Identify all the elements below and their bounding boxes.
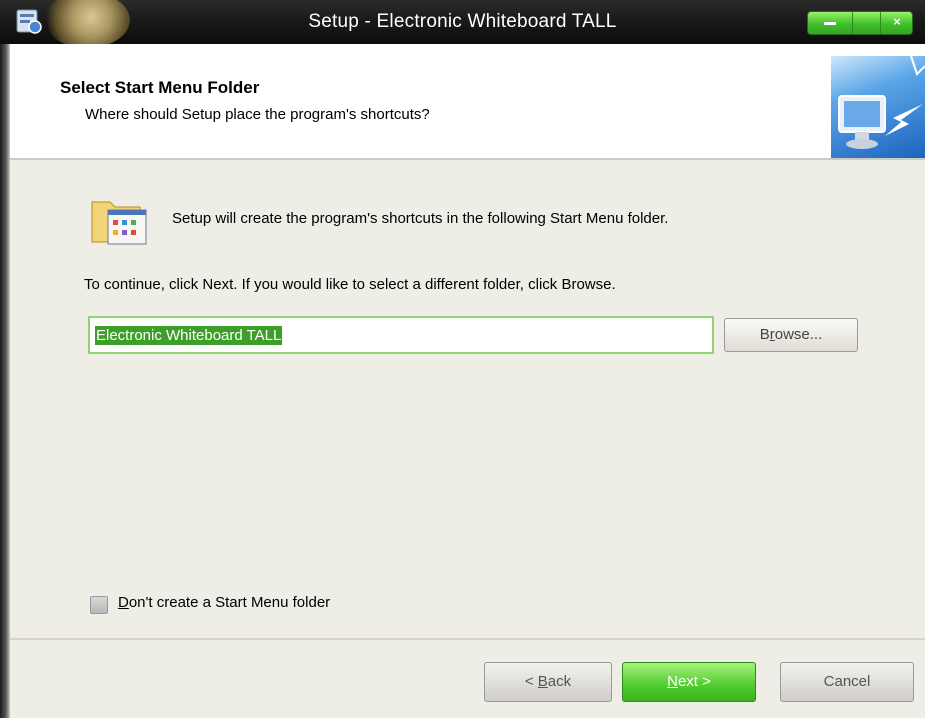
window-title: Setup - Electronic Whiteboard TALL: [308, 11, 617, 32]
back-button[interactable]: < Back: [484, 662, 612, 702]
browse-label-pre: B: [759, 326, 770, 343]
wizard-content: Setup will create the program's shortcut…: [10, 160, 925, 638]
no-folder-checkbox[interactable]: [90, 596, 108, 614]
computer-shortcut-icon: [831, 56, 925, 158]
close-icon[interactable]: ×: [880, 12, 913, 34]
no-folder-label-text: on't create a Start Menu folder: [128, 594, 331, 611]
wizard-header: Select Start Menu Folder Where should Se…: [10, 44, 925, 158]
maximize-icon[interactable]: [852, 12, 881, 34]
next-button[interactable]: Next >: [622, 662, 756, 702]
browse-label-post: owse...: [774, 326, 823, 343]
folder-input-selected-text: Electronic Whiteboard TALL: [95, 326, 283, 345]
window-controls: ×: [807, 11, 913, 35]
no-folder-accel: D: [118, 594, 129, 611]
minimize-icon[interactable]: [808, 12, 852, 34]
start-menu-folder-input[interactable]: Electronic Whiteboard TALL: [88, 316, 714, 354]
wizard-footer: < Back Next > Cancel: [10, 640, 925, 718]
back-label-post: ack: [547, 673, 572, 690]
next-label-post: ext >: [677, 673, 711, 690]
title-bar[interactable]: Setup - Electronic Whiteboard TALL ×: [0, 0, 925, 48]
back-label-pre: <: [524, 673, 538, 690]
cancel-button[interactable]: Cancel: [780, 662, 914, 702]
no-folder-checkbox-label[interactable]: Don't create a Start Menu folder: [118, 594, 330, 611]
back-label-accel: B: [537, 673, 548, 690]
info-text: Setup will create the program's shortcut…: [172, 210, 669, 227]
instruction-text: To continue, click Next. If you would li…: [84, 276, 616, 293]
next-label-accel: N: [667, 673, 678, 690]
page-subtitle: Where should Setup place the program's s…: [85, 106, 430, 123]
setup-window: Setup - Electronic Whiteboard TALL × Sel…: [0, 0, 925, 718]
start-menu-folder-icon: [91, 201, 147, 245]
page-title: Select Start Menu Folder: [60, 78, 260, 97]
window-left-edge: [0, 44, 10, 718]
browse-button[interactable]: Browse...: [724, 318, 858, 352]
